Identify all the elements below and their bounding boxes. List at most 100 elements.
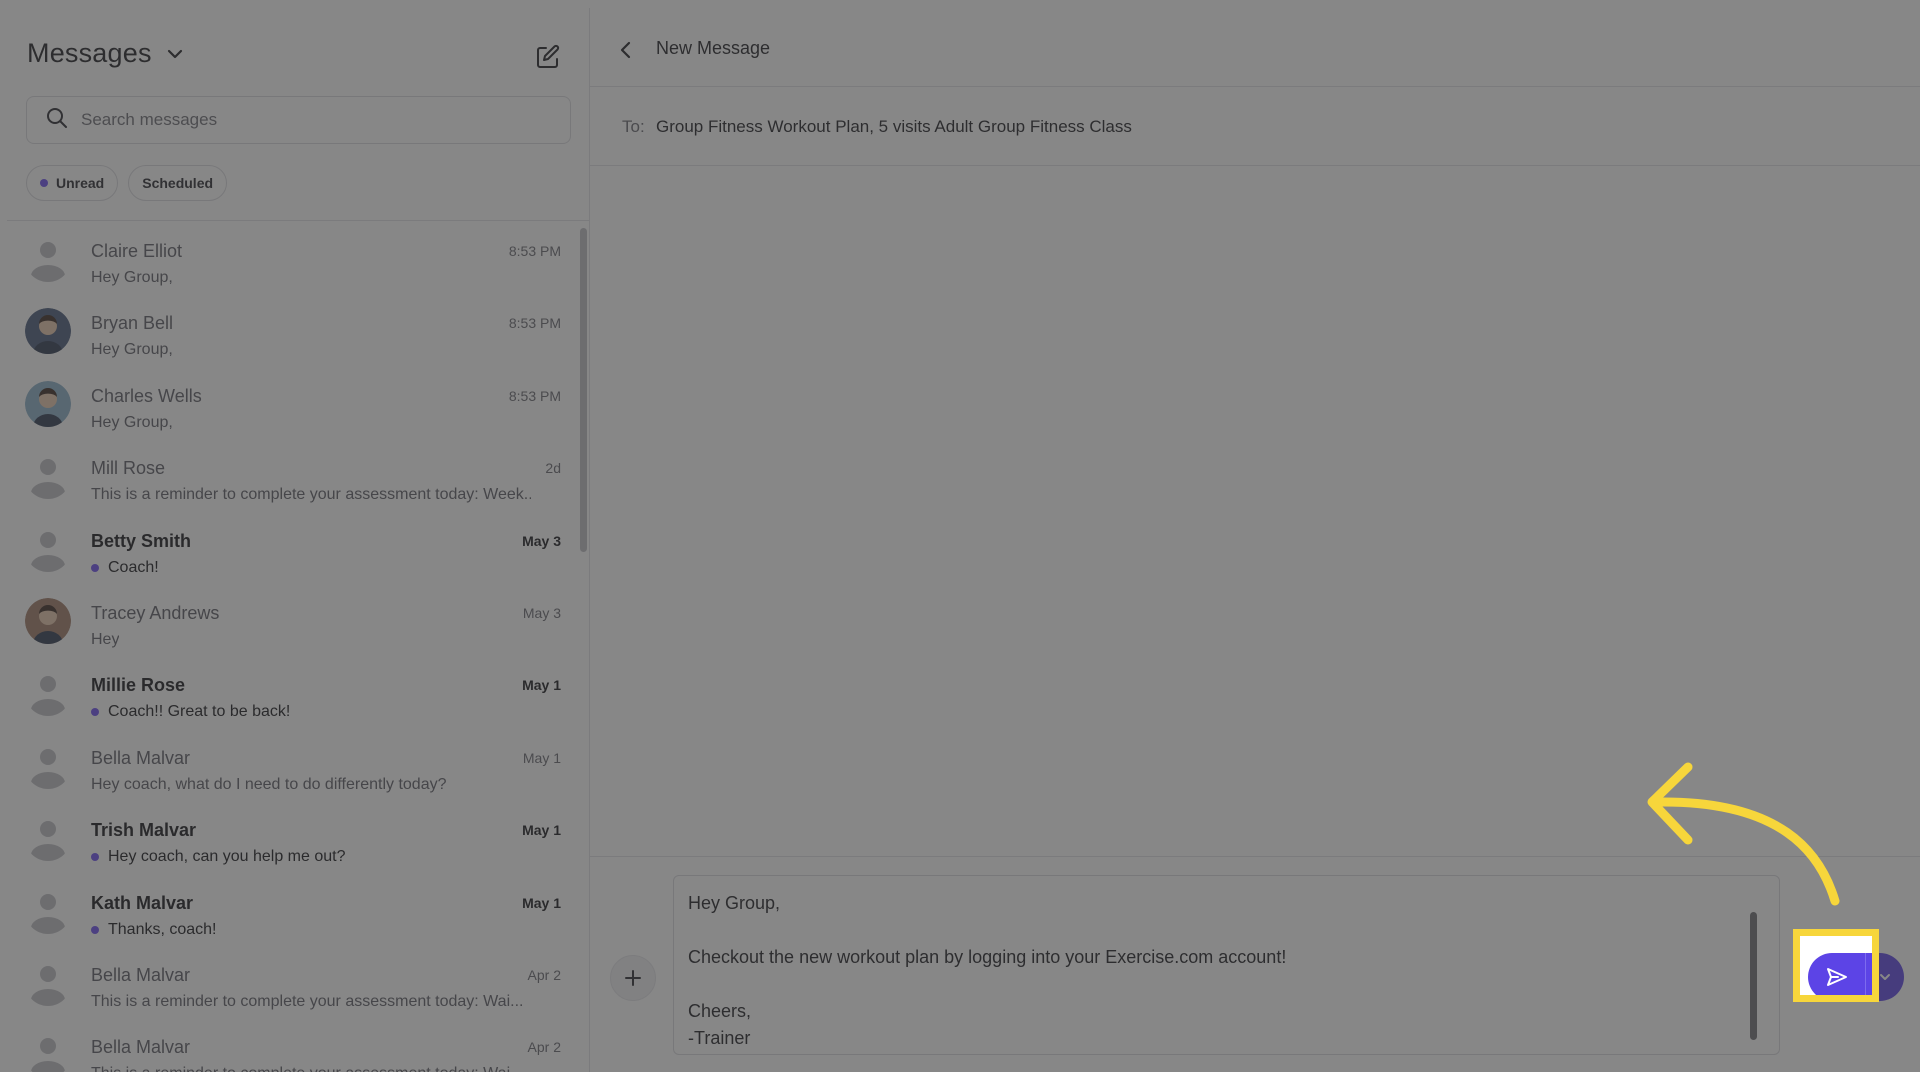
conversation-item[interactable]: Charles Wells 8:53 PM Hey Group, [7, 366, 577, 438]
conversation-snippet: Thanks, coach! [91, 921, 217, 939]
compose-icon[interactable] [533, 42, 563, 72]
filter-chip-label: Unread [56, 175, 105, 191]
scrollbar-thumb[interactable] [580, 228, 587, 552]
unread-dot-icon [40, 179, 48, 187]
conversation-item[interactable]: Trish Malvar May 1 Hey coach, can you help… [7, 800, 577, 872]
compose-area: Hey Group, Checkout the new workout plan … [590, 856, 1920, 1072]
conversation-snippet: Hey Group, [91, 341, 173, 359]
snippet-text: Hey Group, [91, 269, 173, 286]
conversation-time: 8:53 PM [508, 243, 561, 259]
send-button-group [1808, 953, 1904, 1001]
default-avatar-icon [25, 670, 71, 717]
search-input[interactable] [81, 110, 541, 130]
conversation-time: 8:53 PM [508, 315, 561, 332]
default-avatar-icon [25, 236, 71, 282]
back-arrow-icon[interactable] [614, 38, 638, 62]
send-options-button[interactable] [1866, 953, 1904, 1001]
conversation-snippet: Hey Group, [91, 269, 173, 287]
messages-sidebar: Messages Unread Scheduled [7, 8, 590, 1072]
snippet-text: Hey Group, [91, 341, 173, 359]
conversation-item[interactable]: Kath Malvar May 1 Thanks, coach! [7, 873, 577, 945]
filter-chip-unread[interactable]: Unread [26, 165, 119, 201]
avatar [25, 597, 71, 644]
conversation-item[interactable]: Bryan Bell 8:53 PM Hey Group, [7, 293, 577, 365]
top-margin [0, 0, 1920, 8]
send-button[interactable] [1808, 953, 1866, 1001]
avatar [25, 308, 71, 355]
default-avatar-icon [25, 888, 71, 934]
page-title: New Message [656, 38, 771, 58]
conversation-time: May 1 [522, 894, 561, 911]
default-avatar-icon [25, 453, 71, 500]
recipients-value[interactable]: Group Fitness Workout Plan, 5 visits Adu… [656, 117, 1132, 137]
search-box[interactable] [26, 96, 571, 144]
conversation-name: Mill Rose [91, 458, 166, 479]
messages-app: Messages Unread Scheduled [0, 8, 1920, 1072]
conversation-item[interactable]: Tracey Andrews May 3 Hey [7, 583, 577, 655]
snippet-text: Coach!! Great to be back! [108, 703, 291, 721]
conversation-snippet: Coach! [91, 559, 159, 577]
default-avatar-icon [25, 1032, 71, 1072]
unread-dot-icon [91, 853, 99, 862]
conversation-snippet: Hey coach, can you help me out? [91, 848, 345, 866]
message-line: Cheers, [688, 1001, 752, 1021]
conversation-snippet: This is a reminder to complete your asse… [91, 1065, 523, 1072]
conversation-name: Claire Elliot [91, 241, 183, 261]
conversation-time: May 3 [522, 604, 561, 621]
conversation-snippet: Hey Group, [91, 414, 173, 432]
conversation-name: Trish Malvar [91, 820, 197, 841]
filter-chip-scheduled[interactable]: Scheduled [128, 165, 228, 201]
chevron-down-icon [1880, 974, 1890, 980]
filter-chip-label: Scheduled [142, 175, 214, 191]
conversation-name: Bella Malvar [91, 747, 191, 768]
snippet-text: This is a reminder to complete your asse… [91, 1065, 523, 1072]
message-line: Hey Group, [688, 893, 781, 913]
filter-chips: Unread Scheduled [26, 165, 228, 201]
chevron-down-icon[interactable] [164, 43, 186, 65]
sidebar-header[interactable]: Messages [27, 38, 186, 69]
bottom-margin [0, 1072, 1920, 1080]
conversation-time: May 1 [522, 749, 561, 766]
conversation-time: Apr 2 [527, 1039, 561, 1056]
recipients-label: To: [622, 117, 645, 136]
recipients-row[interactable]: To: Group Fitness Workout Plan, 5 visits… [590, 88, 1920, 166]
conversation-name: Betty Smith [91, 530, 192, 551]
conversation-item[interactable]: Claire Elliot 8:53 PM Hey Group, [7, 221, 577, 293]
conversation-name: Bella Malvar [91, 964, 191, 985]
snippet-text: This is a reminder to complete your asse… [91, 486, 531, 504]
conversation-item[interactable]: Mill Rose 2d This is a reminder to complet… [7, 438, 577, 510]
conversation-time: May 3 [522, 532, 561, 549]
unread-dot-icon [91, 925, 99, 934]
conversation-item[interactable]: Bella Malvar Apr 2This is a reminder to c… [7, 945, 577, 1017]
search-icon [45, 106, 69, 135]
message-line: -Trainer [688, 1028, 751, 1048]
conversation-time: 2d [545, 460, 561, 477]
default-avatar-icon [25, 960, 71, 1006]
message-line [688, 917, 1765, 944]
snippet-text: Thanks, coach! [108, 920, 217, 938]
send-icon [1826, 968, 1847, 986]
conversation-time: 8:53 PM [508, 387, 561, 404]
unread-dot-icon [91, 708, 99, 717]
default-avatar-icon [25, 526, 71, 572]
conversation-snippet: This is a reminder to complete your asse… [91, 486, 531, 504]
add-attachment-button[interactable] [610, 955, 656, 1001]
conversation-name: Charles Wells [91, 385, 202, 406]
snippet-text: Hey [91, 630, 120, 648]
unread-dot-icon [91, 563, 99, 572]
conversation-name: Millie Rose [91, 675, 186, 696]
default-avatar-icon [25, 743, 71, 789]
main-header: New Message [590, 8, 1920, 87]
conversation-time: Apr 2 [527, 966, 561, 983]
sidebar-title: Messages [27, 38, 152, 68]
conversation-item[interactable]: Bella MalvarApr 2This is a reminder to c… [7, 1017, 577, 1072]
message-input-scrollbar[interactable] [1750, 912, 1757, 1040]
snippet-text: This is a reminder to complete your asse… [91, 992, 524, 1010]
message-input[interactable]: Hey Group, Checkout the new workout plan … [673, 875, 1780, 1055]
conversation-time: May 1 [522, 677, 561, 694]
conversation-item[interactable]: Betty Smith May 3 Coach! [7, 511, 577, 583]
conversation-item[interactable]: Bella Malvar May 1 Hey coach, what do I ne… [7, 728, 577, 800]
snippet-text: Hey coach, what do I need to do differen… [91, 775, 447, 793]
snippet-text: Hey Group, [91, 413, 173, 431]
conversation-item[interactable]: Millie Rose May 1 Coach!! Great to be back… [7, 655, 577, 727]
